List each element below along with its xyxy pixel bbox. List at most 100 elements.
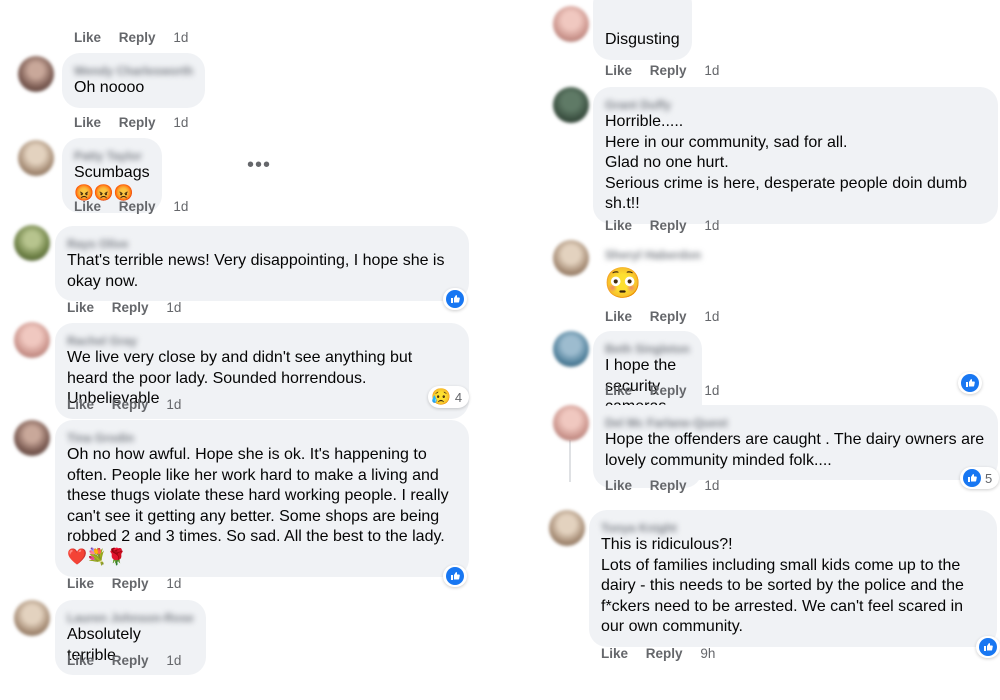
comment-actions: Like Reply 1d	[605, 383, 733, 398]
reaction-summary[interactable]: 😥 4	[428, 386, 470, 408]
comment-actions: Like Reply 1d	[605, 218, 733, 233]
reaction-summary[interactable]	[958, 372, 982, 394]
avatar[interactable]	[553, 87, 589, 123]
reply-link[interactable]: Reply	[650, 218, 687, 233]
avatar[interactable]	[18, 140, 54, 176]
comment-actions: Like Reply 1d	[74, 115, 202, 130]
like-link[interactable]: Like	[601, 646, 628, 661]
commenter-name[interactable]: Tonya Knight	[601, 518, 985, 535]
comment-bubble: Del Mc Farlane-Quest Hope the offenders …	[593, 405, 998, 480]
like-link[interactable]: Like	[74, 199, 101, 214]
avatar[interactable]	[14, 322, 50, 358]
comment-bubble: Tina Grodin Oh no how awful. Hope she is…	[55, 420, 469, 577]
reply-link[interactable]: Reply	[112, 576, 149, 591]
reaction-count: 4	[454, 389, 463, 405]
comment-time[interactable]: 1d	[704, 309, 719, 324]
comment-time[interactable]: 1d	[166, 576, 181, 591]
comment-time[interactable]: 1d	[166, 653, 181, 668]
reply-link[interactable]: Reply	[112, 653, 149, 668]
avatar[interactable]	[553, 240, 589, 276]
commenter-name[interactable]: Rays Olive	[67, 234, 457, 251]
comment-actions: Like Reply 1d	[605, 478, 733, 493]
reply-link[interactable]: Reply	[650, 63, 687, 78]
more-options-icon[interactable]: •••	[247, 154, 271, 177]
commenter-name[interactable]: Sheryl Haberdon	[605, 248, 701, 262]
like-link[interactable]: Like	[67, 653, 94, 668]
comment-time[interactable]: 1d	[173, 115, 188, 130]
sad-reaction-icon: 😥	[431, 389, 451, 406]
like-link[interactable]: Like	[605, 383, 632, 398]
commenter-name[interactable]: Grant Duffy	[605, 95, 986, 112]
comment-time[interactable]: 9h	[700, 646, 715, 661]
commenter-name[interactable]: Wendy Charlesworth	[74, 61, 193, 78]
reaction-summary[interactable]	[976, 636, 1000, 658]
comment-text: Horrible..... Here in our community, sad…	[605, 113, 967, 212]
comment-actions: Like Reply 9h	[601, 646, 729, 661]
reaction-summary[interactable]: 5	[960, 467, 1000, 489]
like-link[interactable]: Like	[74, 115, 101, 130]
comment-text: Disgusting	[605, 31, 680, 48]
emoji-comment: 😳	[604, 267, 642, 300]
comment-time[interactable]: 1d	[704, 478, 719, 493]
reply-link[interactable]: Reply	[112, 300, 149, 315]
comment-bubble: Rays Olive That's terrible news! Very di…	[55, 226, 469, 301]
comment-time[interactable]: 1d	[166, 397, 181, 412]
comment-actions: Like Reply 1d	[605, 309, 733, 324]
avatar[interactable]	[553, 405, 589, 441]
like-link[interactable]: Like	[605, 309, 632, 324]
comment-bubble: Wendy Charlesworth Oh noooo	[62, 53, 206, 108]
comment-actions: Like Reply 1d	[67, 653, 195, 668]
comment-time[interactable]: 1d	[704, 218, 719, 233]
comment-text: Scumbags 😡😡😡	[74, 164, 150, 202]
like-reaction-icon	[979, 638, 997, 656]
avatar[interactable]	[14, 420, 50, 456]
reply-link[interactable]: Reply	[650, 383, 687, 398]
avatar[interactable]	[14, 600, 50, 636]
reaction-summary[interactable]	[443, 288, 467, 310]
commenter-name[interactable]: Tina Grodin	[67, 428, 457, 445]
commenter-name[interactable]: Lauren Johnson-Rose	[67, 608, 194, 625]
avatar[interactable]	[14, 225, 50, 261]
comment-time[interactable]: 1d	[704, 63, 719, 78]
commenter-name[interactable]: Beth Singleton	[605, 339, 690, 356]
comment-actions: Like Reply 1d	[74, 30, 202, 45]
like-link[interactable]: Like	[74, 30, 101, 45]
comment-actions: Like Reply 1d	[74, 199, 202, 214]
like-link[interactable]: Like	[67, 397, 94, 412]
avatar[interactable]	[553, 331, 589, 367]
commenter-name[interactable]: Rachel Gray	[67, 331, 457, 348]
comment-time[interactable]: 1d	[166, 300, 181, 315]
comment-actions: Like Reply 1d	[605, 63, 733, 78]
comment-text: That's terrible news! Very disappointing…	[67, 252, 445, 290]
like-link[interactable]: Like	[605, 478, 632, 493]
reply-link[interactable]: Reply	[119, 30, 156, 45]
comment-bubble: Disgusting	[593, 0, 692, 60]
avatar[interactable]	[549, 510, 585, 546]
comment-actions: Like Reply 1d	[67, 576, 195, 591]
reaction-summary[interactable]	[443, 565, 467, 587]
avatar[interactable]	[18, 56, 54, 92]
like-link[interactable]: Like	[67, 576, 94, 591]
commenter-name[interactable]: Patty Taylor	[74, 146, 150, 163]
reply-link[interactable]: Reply	[119, 115, 156, 130]
like-link[interactable]: Like	[67, 300, 94, 315]
like-reaction-icon	[446, 290, 464, 308]
comment-time[interactable]: 1d	[704, 383, 719, 398]
comment-actions: Like Reply 1d	[67, 397, 195, 412]
like-link[interactable]: Like	[605, 218, 632, 233]
comment-bubble: Tonya Knight This is ridiculous?! Lots o…	[589, 510, 997, 647]
reply-link[interactable]: Reply	[646, 646, 683, 661]
like-reaction-icon	[963, 469, 981, 487]
like-link[interactable]: Like	[605, 63, 632, 78]
reply-link[interactable]: Reply	[119, 199, 156, 214]
reaction-count: 5	[985, 470, 993, 486]
reply-link[interactable]: Reply	[650, 309, 687, 324]
reply-link[interactable]: Reply	[112, 397, 149, 412]
reply-link[interactable]: Reply	[650, 478, 687, 493]
thread-connector	[569, 440, 571, 482]
avatar[interactable]	[553, 6, 589, 42]
comment-time[interactable]: 1d	[173, 30, 188, 45]
comment-text: Oh no how awful. Hope she is ok. It's ha…	[67, 446, 449, 566]
commenter-name[interactable]: Del Mc Farlane-Quest	[605, 413, 986, 430]
comment-time[interactable]: 1d	[173, 199, 188, 214]
